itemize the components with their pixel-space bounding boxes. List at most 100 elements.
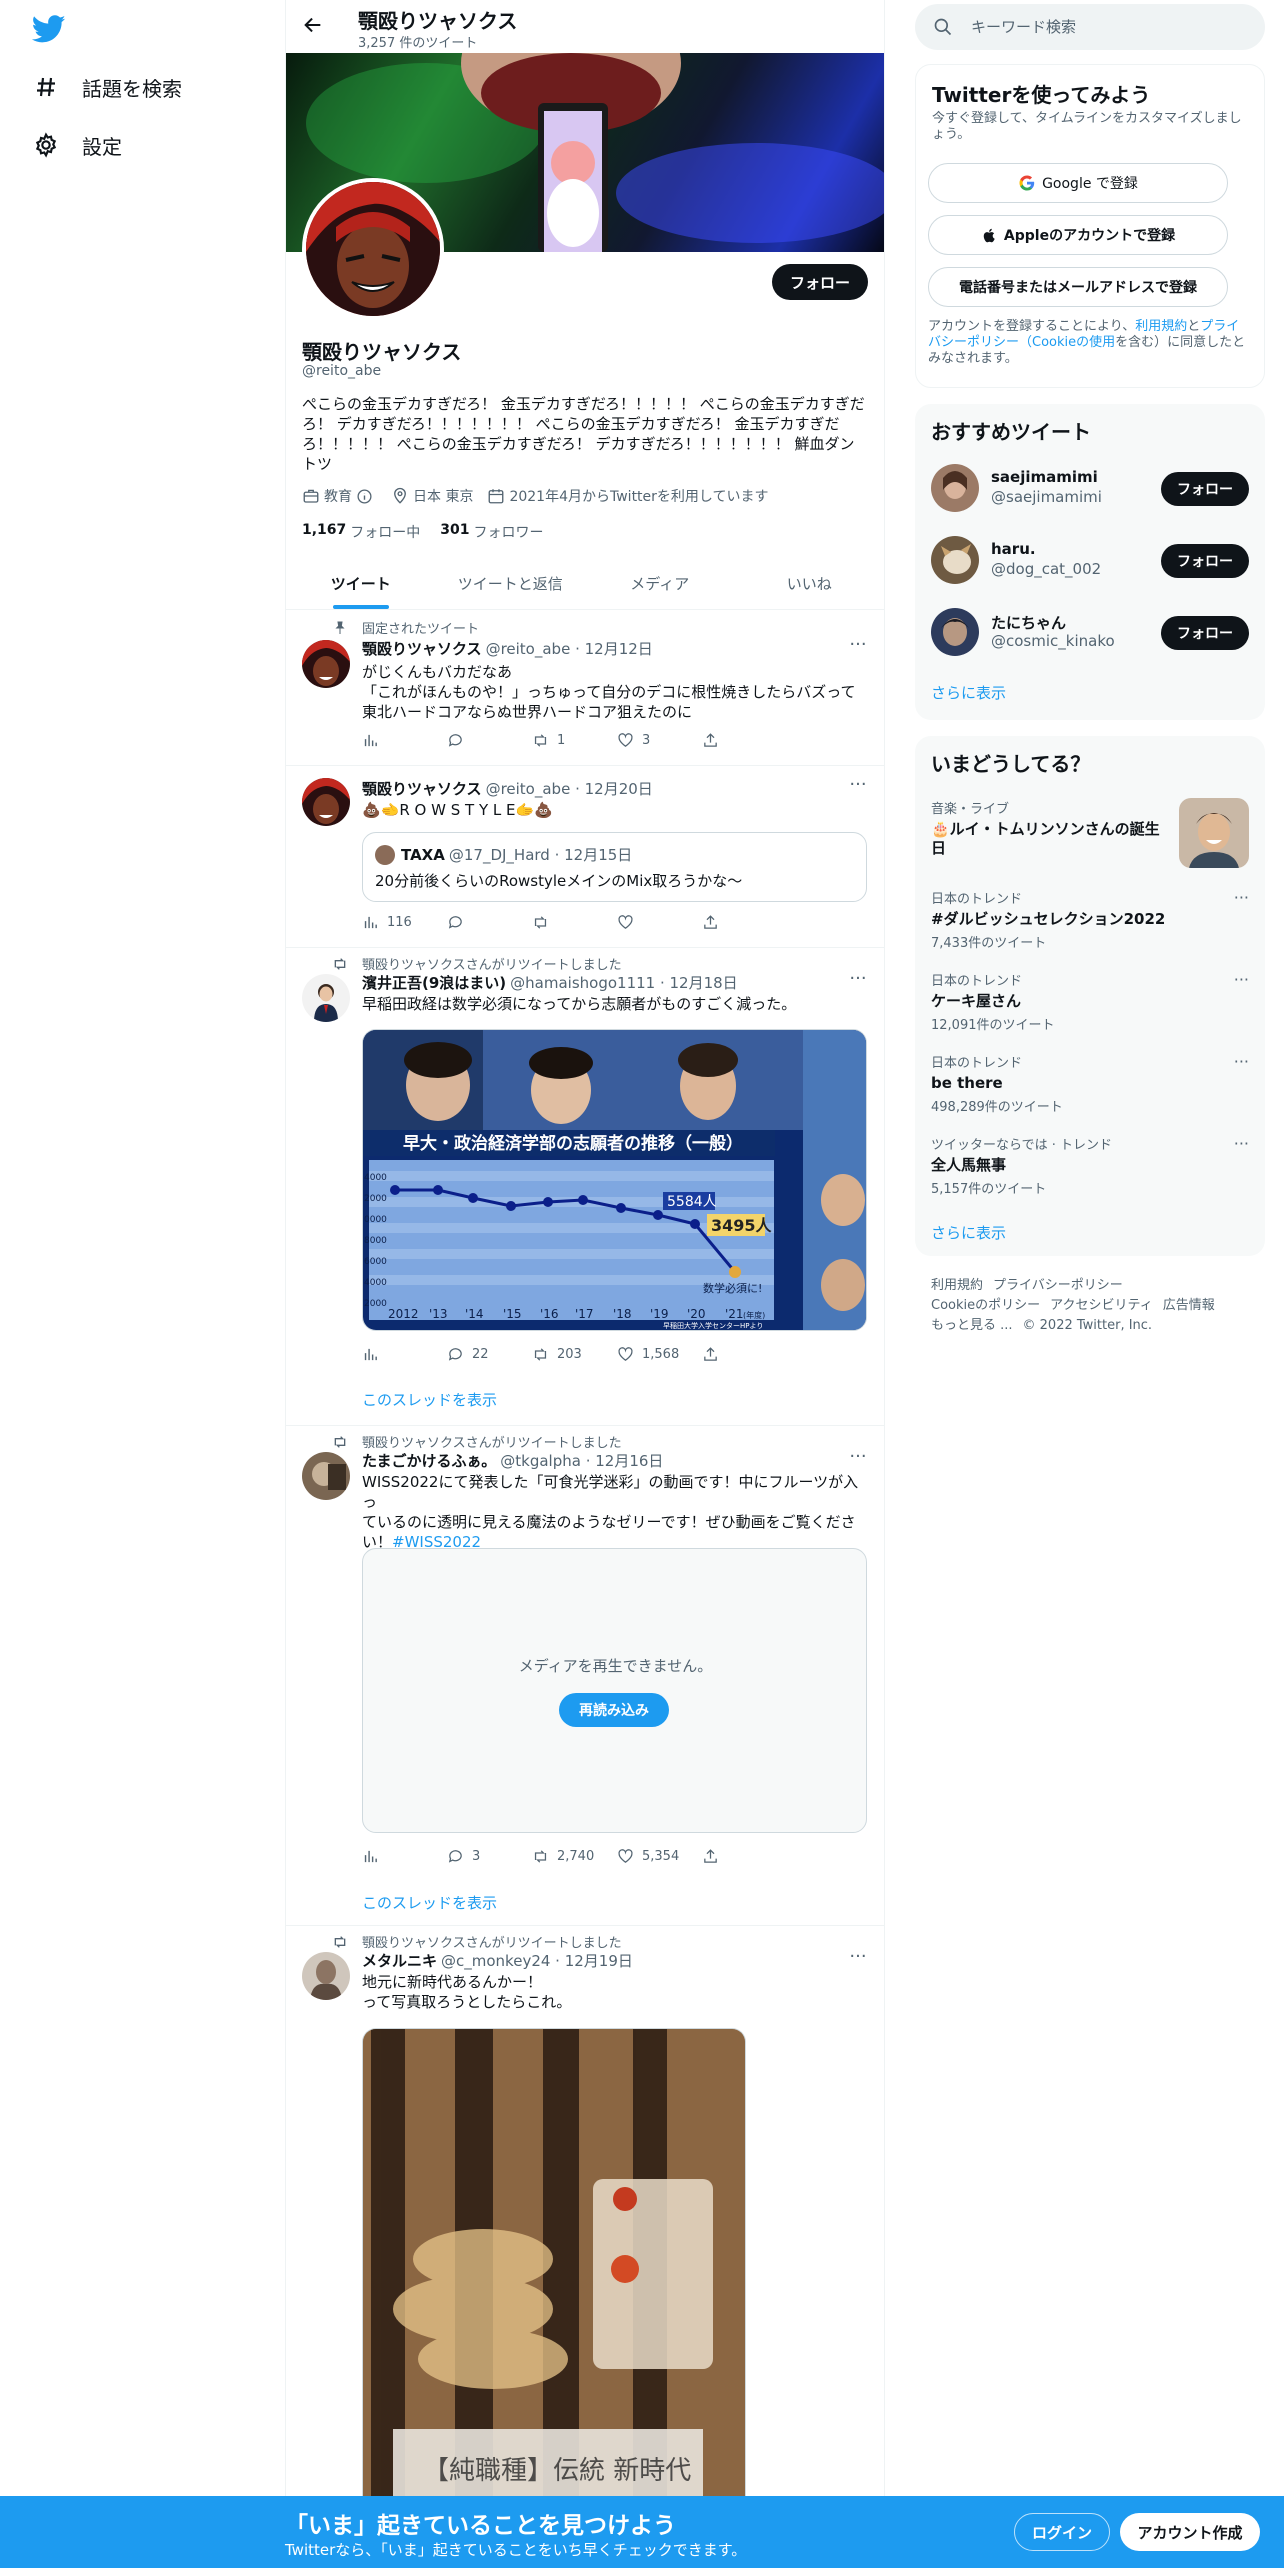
- tweet-handle-date[interactable]: @reito_abe · 12月12日: [486, 638, 653, 659]
- tweet-retweet-photo[interactable]: 顎殴りツャソクスさんがリツイートしました メタルニキ @c_monkey24 ·…: [286, 1926, 884, 2568]
- retweet-button[interactable]: 203: [532, 1346, 617, 1363]
- tweet-author-name[interactable]: 濱井正吾(9浪はまい): [362, 972, 506, 993]
- avatar[interactable]: [931, 536, 979, 584]
- tweet-author-name[interactable]: 顎殴りツャソクス: [362, 638, 482, 659]
- views-button[interactable]: [362, 732, 447, 749]
- share-button[interactable]: [702, 1848, 787, 1865]
- show-more-link[interactable]: さらに表示: [931, 1222, 1006, 1243]
- tweet-pinned[interactable]: 固定されたツイート 顎殴りツャソクス @reito_abe · 12月12日 ·…: [286, 610, 884, 766]
- show-thread-link[interactable]: このスレッドを表示: [362, 1389, 497, 1410]
- tweet-retweet-chart[interactable]: 顎殴りツャソクスさんがリツイートしました 濱井正吾(9浪はまい) @hamais…: [286, 948, 884, 1426]
- footer-link[interactable]: 広告情報: [1163, 1298, 1215, 1313]
- tab-tweets-replies[interactable]: ツイートと返信: [436, 557, 586, 609]
- share-button[interactable]: [702, 1346, 787, 1363]
- nav-settings[interactable]: 設定: [32, 120, 122, 170]
- avatar[interactable]: [931, 608, 979, 656]
- tweet-retweet-video[interactable]: 顎殴りツャソクスさんがリツイートしました たまごかけるふぁ。 @tkgalpha…: [286, 1426, 884, 1926]
- create-account-button[interactable]: アカウント作成: [1120, 2513, 1260, 2551]
- google-signup-button[interactable]: Google で登録: [928, 163, 1228, 203]
- tweet-author-name[interactable]: メタルニキ: [362, 1950, 437, 1971]
- more-icon[interactable]: ···: [848, 776, 868, 800]
- back-arrow-icon[interactable]: [302, 14, 328, 40]
- views-button[interactable]: [362, 1848, 447, 1865]
- follow-button[interactable]: フォロー: [1161, 616, 1249, 650]
- reply-button[interactable]: 3: [447, 1848, 532, 1865]
- trend-image[interactable]: [1179, 798, 1249, 868]
- tweet-handle-date[interactable]: @c_monkey24 · 12月19日: [441, 1950, 633, 1971]
- views-button[interactable]: 116: [362, 914, 447, 931]
- terms-link[interactable]: 利用規約: [1135, 319, 1187, 334]
- avatar[interactable]: [302, 974, 350, 1022]
- more-icon[interactable]: ···: [848, 1948, 868, 1972]
- more-icon[interactable]: ···: [848, 1448, 868, 1472]
- footer-more-link[interactable]: もっと見る ...: [931, 1318, 1013, 1333]
- tab-tweets[interactable]: ツイート: [286, 557, 436, 609]
- tweet-author-name[interactable]: たまごかけるふぁ。: [362, 1450, 496, 1471]
- retweet-button[interactable]: 1: [532, 732, 617, 749]
- tweet-quote[interactable]: 顎殴りツャソクス @reito_abe · 12月20日 ··· 💩🫲R O W…: [286, 766, 884, 948]
- follow-button[interactable]: フォロー: [1161, 472, 1249, 506]
- retweet-button[interactable]: [532, 914, 617, 931]
- tweet-handle-date[interactable]: @hamaishogo1111 · 12月18日: [510, 972, 738, 993]
- reload-button[interactable]: 再読み込み: [559, 1693, 669, 1727]
- footer-link[interactable]: アクセシビリティ: [1050, 1298, 1153, 1313]
- avatar[interactable]: [931, 464, 979, 512]
- footer-link[interactable]: 利用規約: [931, 1278, 983, 1293]
- trend-item[interactable]: 日本のトレンド be there 498,289件のツイート ···: [931, 1052, 1249, 1115]
- tweet-author-name[interactable]: 顎殴りツャソクス: [362, 778, 482, 799]
- trend-item[interactable]: 日本のトレンド #ダルビッシュセレクション2022 7,433件のツイート ··…: [931, 888, 1249, 951]
- quoted-tweet[interactable]: TAXA @17_DJ_Hard · 12月15日 20分前後くらいのRowst…: [362, 832, 867, 902]
- tweet-handle-date[interactable]: @tkgalpha · 12月16日: [500, 1450, 663, 1471]
- share-button[interactable]: [702, 732, 787, 749]
- more-icon[interactable]: ···: [848, 970, 868, 994]
- show-thread-link[interactable]: このスレッドを表示: [362, 1892, 497, 1913]
- views-button[interactable]: [362, 1346, 447, 1363]
- search-input[interactable]: [971, 4, 1251, 50]
- recommended-user[interactable]: saejimamimi @saejimamimi フォロー: [931, 460, 1249, 516]
- like-button[interactable]: 5,354: [617, 1848, 702, 1865]
- reply-button[interactable]: 22: [447, 1346, 532, 1363]
- trend-item[interactable]: 音楽・ライブ 🎂ルイ・トムリンソンさんの誕生日: [931, 798, 1171, 858]
- phone-email-signup-button[interactable]: 電話番号またはメールアドレスで登録: [928, 267, 1228, 307]
- following-link[interactable]: 1,167 フォロー中: [302, 522, 420, 542]
- search-box[interactable]: [915, 4, 1265, 50]
- trend-item[interactable]: ツイッターならでは · トレンド 全人馬無事 5,157件のツイート ···: [931, 1134, 1249, 1197]
- more-icon[interactable]: ···: [1234, 1052, 1249, 1071]
- followers-link[interactable]: 301 フォロワー: [440, 522, 543, 542]
- tab-likes[interactable]: いいね: [735, 557, 885, 609]
- tweet-handle-date[interactable]: @reito_abe · 12月20日: [486, 778, 653, 799]
- avatar[interactable]: [302, 1452, 350, 1500]
- show-more-link[interactable]: さらに表示: [931, 682, 1006, 703]
- header-title: 顎殴りツャソクス: [358, 9, 518, 33]
- trend-item[interactable]: 日本のトレンド ケーキ屋さん 12,091件のツイート ···: [931, 970, 1249, 1033]
- apple-signup-button[interactable]: Appleのアカウントで登録: [928, 215, 1228, 255]
- profile-avatar[interactable]: [302, 178, 444, 320]
- retweet-button[interactable]: 2,740: [532, 1848, 617, 1865]
- footer-link[interactable]: プライバシーポリシー: [993, 1278, 1123, 1293]
- tweet-image[interactable]: 早大・政治経済学部の志願者の推移（一般） 4000 2000 0000 8000…: [362, 1029, 867, 1331]
- follow-button[interactable]: フォロー: [771, 264, 868, 300]
- info-icon[interactable]: [356, 488, 373, 505]
- avatar[interactable]: [302, 778, 350, 826]
- follow-button[interactable]: フォロー: [1161, 544, 1249, 578]
- like-button[interactable]: 3: [617, 732, 702, 749]
- tweet-photo[interactable]: 【純職種】伝統 新時代: [362, 2028, 746, 2568]
- more-icon[interactable]: ···: [1234, 1134, 1249, 1153]
- like-button[interactable]: [617, 914, 702, 931]
- more-icon[interactable]: ···: [1234, 888, 1249, 907]
- avatar[interactable]: [302, 640, 350, 688]
- login-button[interactable]: ログイン: [1014, 2513, 1110, 2551]
- nav-explore[interactable]: 話題を検索: [32, 62, 182, 112]
- tab-media[interactable]: メディア: [585, 557, 735, 609]
- recommended-user[interactable]: haru. @dog_cat_002 フォロー: [931, 532, 1249, 588]
- recommended-user[interactable]: たにちゃん @cosmic_kinako フォロー: [931, 604, 1249, 660]
- more-icon[interactable]: ···: [1234, 970, 1249, 989]
- twitter-logo-icon[interactable]: [31, 12, 66, 46]
- footer-link[interactable]: Cookieのポリシー: [931, 1298, 1040, 1313]
- share-button[interactable]: [702, 914, 787, 931]
- more-icon[interactable]: ···: [848, 636, 868, 660]
- like-button[interactable]: 1,568: [617, 1346, 702, 1363]
- avatar[interactable]: [302, 1952, 350, 2000]
- reply-button[interactable]: [447, 732, 532, 749]
- reply-button[interactable]: [447, 914, 532, 931]
